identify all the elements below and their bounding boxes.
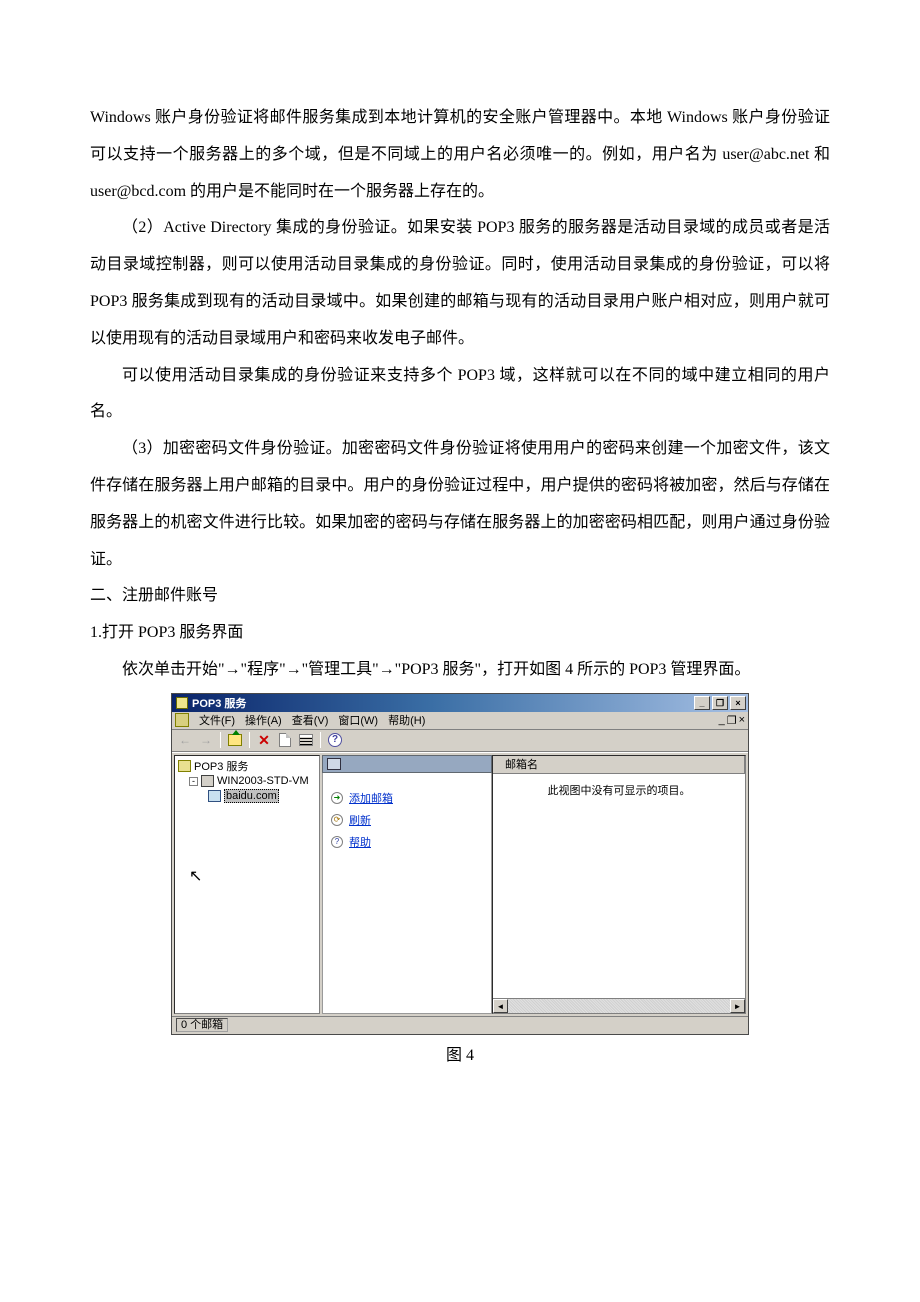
tree-server[interactable]: - WIN2003-STD-VM (178, 774, 316, 789)
paragraph: 可以使用活动目录集成的身份验证来支持多个 POP3 域，这样就可以在不同的域中建… (90, 358, 830, 432)
paragraph: 依次单击开始"→"程序"→"管理工具"→"POP3 服务"，打开如图 4 所示的… (90, 652, 830, 689)
maximize-button[interactable]: ❐ (712, 696, 728, 710)
properties-button[interactable] (276, 731, 294, 749)
section-heading: 二、注册邮件账号 (90, 578, 830, 615)
list-pane: 邮箱名 此视图中没有可显示的项目。 ◄ ► (492, 755, 746, 1014)
scroll-track[interactable] (508, 999, 730, 1013)
menu-file[interactable]: 文件(F) (195, 712, 239, 728)
horizontal-scrollbar[interactable]: ◄ ► (493, 998, 745, 1013)
doc-icon (175, 713, 189, 727)
list-view-button[interactable] (297, 731, 315, 749)
scroll-right-button[interactable]: ► (730, 999, 745, 1013)
cursor-icon: ↖ (189, 866, 202, 886)
action-help[interactable]: ? 帮助 (331, 831, 483, 853)
menu-action[interactable]: 操作(A) (241, 712, 286, 728)
list-header[interactable]: 邮箱名 (493, 756, 745, 774)
scroll-left-button[interactable]: ◄ (493, 999, 508, 1013)
action-header (322, 755, 492, 773)
help-button[interactable]: ? (326, 731, 344, 749)
menu-view[interactable]: 查看(V) (288, 712, 333, 728)
up-button[interactable] (226, 731, 244, 749)
server-icon (201, 775, 214, 787)
refresh-icon: ⟳ (331, 814, 343, 826)
back-button[interactable]: ← (176, 731, 194, 749)
action-add-mailbox[interactable]: ➜ 添加邮箱 (331, 787, 483, 809)
mdi-minimize-button[interactable]: _ (719, 714, 725, 727)
action-refresh[interactable]: ⟳ 刷新 (331, 809, 483, 831)
tree-root[interactable]: POP3 服务 (178, 759, 316, 774)
paragraph: （3）加密密码文件身份验证。加密密码文件身份验证将使用用户的密码来创建一个加密文… (90, 431, 830, 578)
toolbar: ← → ✕ ? (172, 730, 748, 752)
status-bar: 0 个邮箱 (172, 1016, 748, 1034)
tree-domain[interactable]: baidu.com (178, 789, 316, 804)
column-mailbox-name[interactable]: 邮箱名 (501, 756, 745, 773)
menubar: 文件(F) 操作(A) 查看(V) 窗口(W) 帮助(H) _ ❐ × (172, 712, 748, 730)
delete-button[interactable]: ✕ (255, 731, 273, 749)
empty-message: 此视图中没有可显示的项目。 (548, 785, 691, 797)
collapse-icon[interactable]: - (189, 777, 198, 786)
minimize-button[interactable]: _ (694, 696, 710, 710)
app-icon (176, 697, 188, 709)
help-icon: ? (331, 836, 343, 848)
domain-icon (208, 790, 221, 802)
pop3-service-window: POP3 服务 _ ❐ × 文件(F) 操作(A) 查看(V) 窗口(W) 帮助… (171, 693, 749, 1035)
paragraph: （2）Active Directory 集成的身份验证。如果安装 POP3 服务… (90, 210, 830, 357)
domain-header-icon (327, 758, 341, 770)
close-button[interactable]: × (730, 696, 746, 710)
forward-button[interactable]: → (197, 731, 215, 749)
figure-caption: 图 4 (90, 1041, 830, 1065)
action-pane: ➜ 添加邮箱 ⟳ 刷新 ? 帮助 (322, 755, 492, 1014)
status-text: 0 个邮箱 (176, 1018, 228, 1032)
mdi-restore-button[interactable]: ❐ (727, 714, 737, 727)
titlebar[interactable]: POP3 服务 _ ❐ × (172, 694, 748, 712)
tree-pane[interactable]: POP3 服务 - WIN2003-STD-VM baidu.com ↖ (174, 755, 320, 1014)
service-icon (178, 760, 191, 772)
menu-window[interactable]: 窗口(W) (334, 712, 382, 728)
window-title: POP3 服务 (192, 695, 246, 711)
subsection-heading: 1.打开 POP3 服务界面 (90, 615, 830, 652)
list-body: 此视图中没有可显示的项目。 (493, 774, 745, 998)
mdi-close-button[interactable]: × (739, 714, 745, 727)
paragraph: Windows 账户身份验证将邮件服务集成到本地计算机的安全账户管理器中。本地 … (90, 100, 830, 210)
add-icon: ➜ (331, 792, 343, 804)
menu-help[interactable]: 帮助(H) (384, 712, 429, 728)
